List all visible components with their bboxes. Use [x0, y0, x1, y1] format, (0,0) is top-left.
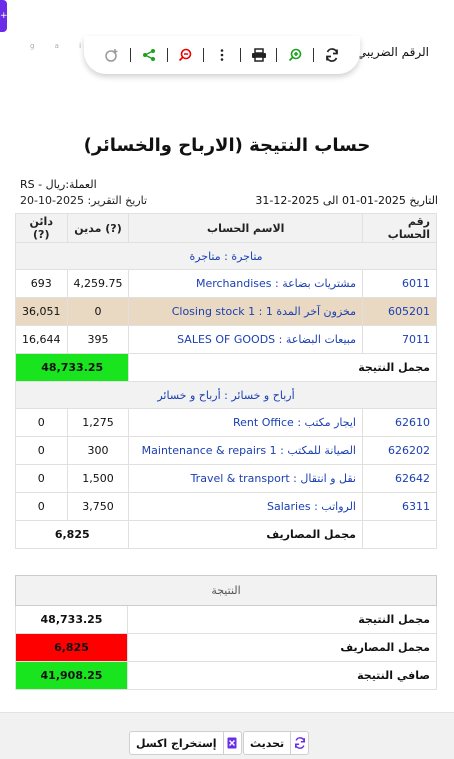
account-name-link[interactable]: مخزون آخر المدة 1 : Closing stock 1: [128, 297, 363, 326]
more-options-button[interactable]: [211, 44, 233, 66]
faint-text: g a i: [30, 42, 91, 50]
zoom-out-button[interactable]: [174, 44, 196, 66]
credit-cell: 0: [15, 464, 68, 493]
total-row: 48,733.25 مجمل النتيجة: [14, 353, 437, 382]
debit-cell: 4,259.75: [66, 269, 130, 298]
result-row: 41,908.25 صافي النتيجة: [15, 661, 437, 690]
credit-cell: 0: [15, 436, 68, 465]
debit-cell: 1,275: [66, 408, 130, 437]
zoom-in-button[interactable]: [284, 44, 306, 66]
empty-cell: [362, 520, 437, 549]
credit-cell: 0: [15, 408, 68, 437]
account-name-link[interactable]: مبيعات البضاعة : SALES OF GOODS: [128, 325, 363, 354]
table-row: 0 1,500 نقل و انتقال : Travel & transpor…: [15, 464, 437, 493]
report-toolbar: [84, 36, 360, 74]
profit-loss-table: دائن (?) مدين (?) الاسم الحساب رقم الحسا…: [14, 213, 437, 549]
share-button[interactable]: [138, 44, 160, 66]
zoom-out-icon: [179, 48, 192, 62]
result-gross-value: 48,733.25: [15, 605, 128, 634]
account-name-link[interactable]: ايجار مكتب : Rent Office: [128, 408, 363, 437]
export-excel-label: إستخراج اكسل: [136, 736, 217, 750]
gross-result-label: مجمل النتيجة: [128, 353, 437, 382]
table-row: 693 4,259.75 مشتريات بضاعة : Merchandise…: [15, 269, 437, 298]
account-number-link[interactable]: 605201: [362, 297, 437, 326]
account-name-link[interactable]: الرواتب : Salaries: [128, 492, 363, 521]
debit-cell: 3,750: [66, 492, 130, 521]
reload-button[interactable]: [321, 44, 343, 66]
zoom-in-icon: [288, 48, 302, 62]
table-row: 0 3,750 الرواتب : Salaries 6311: [15, 492, 437, 521]
toolbar-divider: [166, 48, 168, 62]
account-name-link[interactable]: نقل و انتقال : Travel & transport: [128, 464, 363, 493]
footer-bar: إستخراج اكسل تحديث: [0, 712, 454, 759]
result-header-row: النتيجة: [15, 575, 437, 606]
account-number-link[interactable]: 7011: [362, 325, 437, 354]
credit-cell: 693: [15, 269, 68, 298]
account-name-link[interactable]: الصيانة للمكتب : Maintenance & repairs 1: [128, 436, 363, 465]
share-icon: [142, 49, 155, 61]
gross-result-value: 48,733.25: [14, 353, 130, 382]
add-user-icon: [105, 49, 118, 62]
side-menu-tab[interactable]: +: [0, 0, 8, 32]
toolbar-divider: [312, 48, 314, 62]
credit-cell: 16,644: [15, 325, 68, 354]
header-debit: مدين (?): [66, 213, 130, 243]
report-date: تاريخ التقرير: 2025-10-20: [20, 194, 148, 207]
toolbar-divider: [276, 48, 278, 62]
total-expenses-label: مجمل المصاريف: [128, 520, 363, 549]
toolbar-divider: [239, 48, 241, 62]
more-vertical-icon: [220, 49, 224, 61]
total-expenses-value: 6,825: [14, 520, 130, 549]
currency-label: العملة:ريال - RS: [20, 178, 97, 191]
page-title: حساب النتيجة (الارباح والخسائر): [83, 135, 371, 156]
result-table: النتيجة 48,733.25 مجمل النتيجة 6,825 مجم…: [15, 575, 437, 690]
result-expenses-label: مجمل المصاريف: [127, 633, 437, 662]
print-icon: [251, 48, 266, 62]
result-row: 48,733.25 مجمل النتيجة: [15, 605, 437, 634]
account-number-link[interactable]: 62610: [362, 408, 437, 437]
result-gross-label: مجمل النتيجة: [127, 605, 437, 634]
result-expenses-value: 6,825: [15, 633, 128, 662]
refresh-label: تحديث: [250, 736, 285, 750]
table-row: 16,644 395 مبيعات البضاعة : SALES OF GOO…: [15, 325, 437, 354]
debit-cell: 0: [66, 297, 130, 326]
account-number-link[interactable]: 6011: [362, 269, 437, 298]
debit-cell: 300: [66, 436, 130, 465]
account-number-link[interactable]: 6311: [362, 492, 437, 521]
refresh-icon: [325, 48, 338, 62]
toolbar-divider: [203, 48, 205, 62]
print-button[interactable]: [248, 44, 270, 66]
table-row: 0 1,275 ايجار مكتب : Rent Office 62610: [15, 408, 437, 437]
group-label: أرباح و خسائر : أرباح و خسائر: [15, 381, 437, 409]
refresh-button[interactable]: تحديث: [243, 731, 310, 755]
header-account-number: رقم الحساب: [362, 213, 437, 243]
total-row: 6,825 مجمل المصاريف: [14, 520, 437, 549]
group-row-profit-loss: أرباح و خسائر : أرباح و خسائر: [15, 381, 437, 409]
report-period: التاريخ 2025-01-01 الى 2025-12-31: [255, 194, 438, 207]
account-number-link[interactable]: 62642: [362, 464, 437, 493]
toolbar-divider: [130, 48, 132, 62]
result-net-label: صافي النتيجة: [127, 661, 437, 690]
debit-cell: 1,500: [66, 464, 130, 493]
result-header: النتيجة: [15, 575, 437, 606]
result-row: 6,825 مجمل المصاريف: [15, 633, 437, 662]
group-row-trading: متاجرة : متاجرة: [15, 242, 437, 270]
header-credit: دائن (?): [15, 213, 68, 243]
table-header-row: دائن (?) مدين (?) الاسم الحساب رقم الحسا…: [15, 213, 437, 243]
account-name-link[interactable]: مشتريات بضاعة : Merchandises: [128, 269, 363, 298]
result-net-value: 41,908.25: [15, 661, 128, 690]
table-row: 0 300 الصيانة للمكتب : Maintenance & rep…: [15, 436, 437, 465]
credit-cell: 0: [15, 492, 68, 521]
add-user-button[interactable]: [101, 44, 123, 66]
excel-icon: [222, 732, 241, 754]
account-number-link[interactable]: 626202: [362, 436, 437, 465]
tax-number-label: الرقم الضريبي: [356, 45, 429, 59]
credit-cell: 36,051: [15, 297, 68, 326]
table-row: 36,051 0 مخزون آخر المدة 1 : Closing sto…: [15, 297, 437, 326]
debit-cell: 395: [66, 325, 130, 354]
header-account-name: الاسم الحساب: [128, 213, 363, 243]
refresh-icon: [290, 732, 308, 754]
group-label: متاجرة : متاجرة: [15, 242, 437, 270]
export-excel-button[interactable]: إستخراج اكسل: [129, 731, 242, 755]
